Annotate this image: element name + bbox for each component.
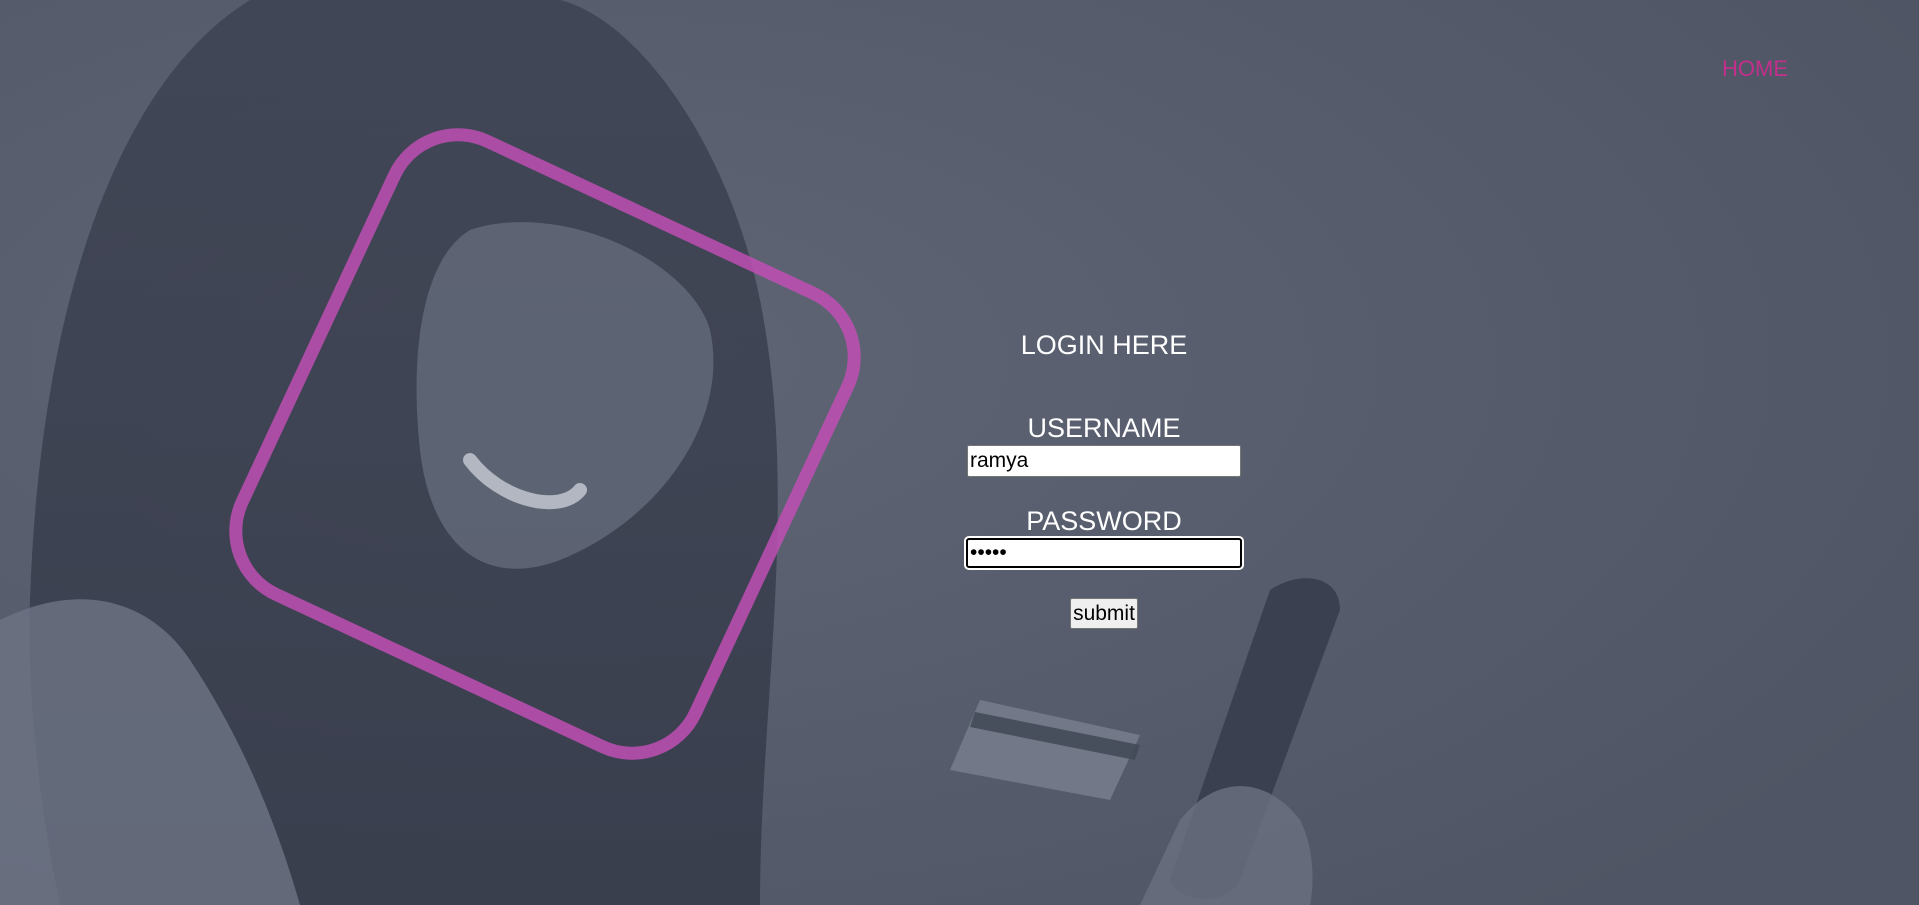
username-label: USERNAME (1027, 413, 1181, 443)
login-page: HOME LOGIN HERE USERNAME PASSWORD submit (0, 0, 1919, 905)
password-input[interactable] (966, 538, 1242, 568)
submit-button[interactable]: submit (1070, 598, 1138, 629)
nav-home-link[interactable]: HOME (1722, 56, 1788, 82)
username-input[interactable] (967, 445, 1241, 477)
login-form: LOGIN HERE USERNAME PASSWORD submit (964, 324, 1244, 629)
password-label: PASSWORD (1026, 506, 1182, 536)
login-title: LOGIN HERE (1020, 330, 1188, 360)
background-photo (0, 0, 1919, 905)
